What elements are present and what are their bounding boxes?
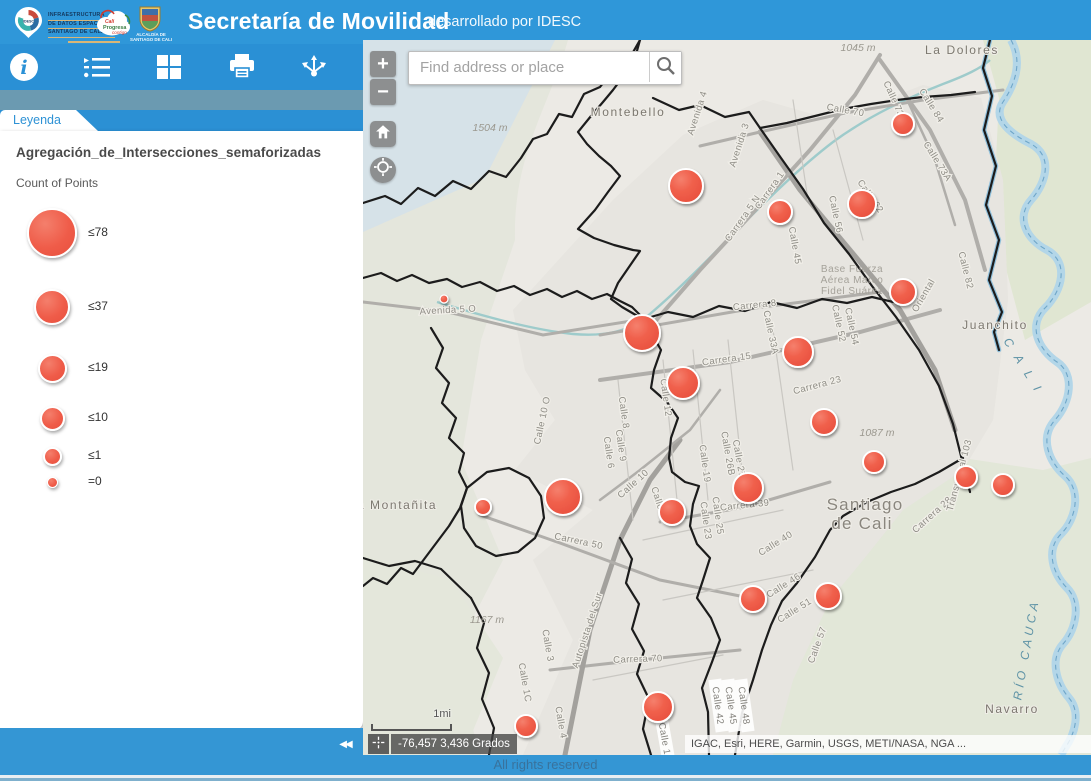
map-label: Santiago xyxy=(827,495,904,514)
legend-class-swatch xyxy=(40,406,65,431)
home-button[interactable] xyxy=(370,121,396,147)
map-label: de Cali xyxy=(831,514,892,533)
search-input[interactable] xyxy=(409,52,658,82)
map-label: 1504 m xyxy=(472,122,507,134)
legend-class-swatch xyxy=(47,477,58,488)
legend-class-label: ≤19 xyxy=(88,360,108,374)
intersection-bubble[interactable] xyxy=(811,409,837,435)
map-label: Carrera 70 xyxy=(613,653,663,666)
intersection-bubble[interactable] xyxy=(475,499,491,515)
info-icon: i xyxy=(9,52,39,82)
grid-icon xyxy=(157,55,181,79)
search-icon xyxy=(655,55,677,77)
legend-class-label: ≤10 xyxy=(88,410,108,424)
legend-class-label: ≤37 xyxy=(88,299,108,313)
scale-label: 1mi xyxy=(433,708,451,720)
basemap-button[interactable] xyxy=(146,44,192,90)
print-button[interactable] xyxy=(219,44,265,90)
legend-field-label: Count of Points xyxy=(16,176,98,190)
svg-text:i: i xyxy=(20,57,27,79)
map-label: 1045 m xyxy=(840,42,875,54)
zoom-in-button[interactable]: + xyxy=(370,51,396,77)
idesc-logo-label: IDESC xyxy=(23,20,34,24)
panel-header-strip xyxy=(0,90,363,110)
map-label: Aérea Marco xyxy=(821,275,884,286)
intersection-bubble[interactable] xyxy=(863,451,885,473)
intersection-bubble[interactable] xyxy=(669,169,703,203)
zoom-out-button[interactable]: − xyxy=(370,79,396,105)
header-bar: IDESC INFRAESTRUCTURA DE DATOS ESPACIALE… xyxy=(0,0,1091,44)
footer-bar: All rights reserved xyxy=(0,755,1091,775)
scale-line xyxy=(371,724,452,731)
legend-layer-title: Agregación_de_Intersecciones_semaforizad… xyxy=(16,145,321,160)
legend-tab-row: Leyenda xyxy=(0,110,363,131)
intersection-bubble[interactable] xyxy=(545,479,581,515)
intersection-bubble[interactable] xyxy=(440,295,448,303)
legend-class-swatch xyxy=(34,289,70,325)
legend-list-icon xyxy=(83,55,111,79)
share-icon xyxy=(301,54,327,80)
intersection-bubble[interactable] xyxy=(955,466,977,488)
printer-icon xyxy=(228,54,256,80)
legend-class-label: ≤1 xyxy=(88,448,101,462)
map-label: Montebello xyxy=(591,105,666,119)
footer-text: All rights reserved xyxy=(0,757,1091,772)
map-label: La Dolores xyxy=(925,43,999,57)
intersection-bubble[interactable] xyxy=(783,337,813,367)
app-subtitle: desarrollado por IDESC xyxy=(428,14,581,30)
intersection-bubble[interactable] xyxy=(515,715,537,737)
intersection-bubble[interactable] xyxy=(667,367,699,399)
legend-button[interactable] xyxy=(74,44,120,90)
search-box xyxy=(408,51,682,85)
search-button[interactable] xyxy=(649,52,681,82)
idesc-logo: IDESC xyxy=(13,6,44,39)
intersection-bubble[interactable] xyxy=(848,190,876,218)
collapse-panel-button[interactable]: ◀◀ xyxy=(334,736,356,752)
intersection-bubble[interactable] xyxy=(992,474,1014,496)
intersection-bubble[interactable] xyxy=(733,473,763,503)
legend-class-swatch xyxy=(38,354,67,383)
intersection-bubble[interactable] xyxy=(892,113,914,135)
intersection-bubble[interactable] xyxy=(768,200,792,224)
intersection-bubble[interactable] xyxy=(624,315,660,351)
map-label: Base Fuerza xyxy=(821,264,883,275)
map-label: a Montañita xyxy=(363,498,437,512)
crosshair-icon xyxy=(372,736,385,749)
map-label: Navarro xyxy=(985,702,1039,716)
share-button[interactable] xyxy=(291,44,337,90)
map-label: Juanchito xyxy=(962,318,1028,332)
map-label: 1087 m xyxy=(859,427,894,439)
legend-class-swatch xyxy=(27,208,77,258)
map-attribution: IGAC, Esri, HERE, Garmin, USGS, METI/NAS… xyxy=(685,735,1091,753)
header-accent-line xyxy=(68,41,120,43)
intersection-bubble[interactable] xyxy=(643,692,673,722)
app-title: Secretaría de Movilidad xyxy=(188,8,450,35)
map-canvas[interactable]: Montebello La Dolores Juanchito Navarro a Mo… xyxy=(363,40,1091,755)
intersection-bubble[interactable] xyxy=(659,499,685,525)
map-label: Fidel Suárez xyxy=(821,286,883,297)
alcaldia-caption: ALCALDÍA DE SANTIAGO DE CALI xyxy=(128,32,174,42)
scale-bar: 1mi xyxy=(371,708,451,730)
intersection-bubble[interactable] xyxy=(815,583,841,609)
coordinates-readout: -76,457 3,436 Grados xyxy=(391,734,517,754)
home-icon xyxy=(374,123,392,140)
intersection-bubble[interactable] xyxy=(740,586,766,612)
legend-tab[interactable]: Leyenda xyxy=(0,110,98,131)
info-button[interactable]: i xyxy=(1,44,47,90)
legend-class-swatch xyxy=(43,447,62,466)
alcaldia-crest xyxy=(138,5,162,32)
map-label: 1167 m xyxy=(470,614,504,626)
locate-button[interactable] xyxy=(370,157,396,183)
map-container: Montebello La Dolores Juanchito Navarro a Mo… xyxy=(363,40,1091,755)
crosshair-icon-button[interactable] xyxy=(368,734,389,754)
app-window: IDESC INFRAESTRUCTURA DE DATOS ESPACIALE… xyxy=(0,0,1091,781)
legend-panel: Agregación_de_Intersecciones_semaforizad… xyxy=(0,131,363,731)
intersection-bubble[interactable] xyxy=(890,279,916,305)
legend-class-label: ≤78 xyxy=(88,225,108,239)
legend-class-label: =0 xyxy=(88,474,102,488)
toolbar: i xyxy=(0,44,363,90)
progresa-label-contigo: contigo xyxy=(112,30,127,35)
progresa-logo: Cali Progresa contigo xyxy=(95,8,131,37)
locate-icon xyxy=(374,158,392,176)
